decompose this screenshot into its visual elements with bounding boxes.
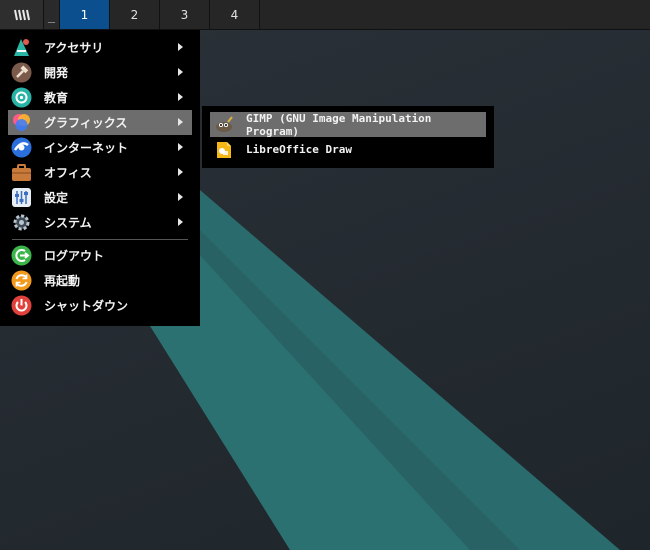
submenu-item-label: GIMP (GNU Image Manipulation Program) <box>246 111 432 138</box>
submenu-arrow-icon <box>178 143 183 151</box>
menu-item-label: システム <box>44 216 92 230</box>
logout-icon <box>11 245 32 266</box>
menu-item-label: インターネット <box>44 141 129 155</box>
menu-item-education[interactable]: 教育 <box>0 85 200 110</box>
accessories-icon <box>14 39 29 56</box>
internet-icon <box>11 137 32 158</box>
graphics-icon <box>13 114 30 131</box>
menu-separator <box>12 239 188 240</box>
submenu-item-gimp[interactable]: GIMP (GNU Image Manipulation Program) <box>210 111 486 138</box>
menu-item-label: ログアウト <box>44 249 105 263</box>
menu-item-label: アクセサリ <box>44 41 104 55</box>
reboot-icon <box>11 270 32 291</box>
graphics-submenu: GIMP (GNU Image Manipulation Program) Li… <box>202 106 494 168</box>
menu-item-label: シャットダウン <box>44 299 129 313</box>
menu-item-internet[interactable]: インターネット <box>0 135 200 160</box>
menu-item-logout[interactable]: ログアウト <box>0 243 200 268</box>
menu-item-graphics[interactable]: グラフィックス <box>8 110 192 135</box>
menu-item-label: 教育 <box>44 91 69 105</box>
menu-item-label: 開発 <box>44 66 69 80</box>
menu-item-shutdown[interactable]: シャットダウン <box>0 293 200 318</box>
workspace-1-button[interactable]: 1 <box>60 0 110 29</box>
application-menu: アクセサリ 開発 教育 グラフィックス インターネット オフィス 設定 システム… <box>0 30 200 326</box>
submenu-arrow-icon <box>178 43 183 51</box>
launcher-logo-icon <box>13 9 30 20</box>
office-icon <box>12 164 31 181</box>
submenu-arrow-icon <box>178 193 183 201</box>
top-panel: _ 1 2 3 4 <box>0 0 650 30</box>
development-icon <box>11 62 32 83</box>
libreoffice-draw-icon <box>217 141 231 158</box>
menu-item-system[interactable]: システム <box>0 210 200 235</box>
menu-item-reboot[interactable]: 再起動 <box>0 268 200 293</box>
menu-item-development[interactable]: 開発 <box>0 60 200 85</box>
menu-item-office[interactable]: オフィス <box>0 160 200 185</box>
education-icon <box>11 87 32 108</box>
gimp-icon <box>216 115 233 132</box>
submenu-item-libreoffice-draw[interactable]: LibreOffice Draw <box>210 137 486 162</box>
submenu-arrow-icon <box>178 68 183 76</box>
submenu-item-label: LibreOffice Draw <box>246 143 352 156</box>
workspace-2-button[interactable]: 2 <box>110 0 160 29</box>
submenu-arrow-icon <box>178 93 183 101</box>
minimize-button[interactable]: _ <box>44 0 60 29</box>
menu-item-label: 再起動 <box>44 274 81 288</box>
menu-item-label: グラフィックス <box>44 116 128 130</box>
system-gear-icon <box>13 214 30 231</box>
submenu-arrow-icon <box>178 118 183 126</box>
menu-item-label: オフィス <box>44 166 92 180</box>
menu-item-accessories[interactable]: アクセサリ <box>0 35 200 60</box>
submenu-arrow-icon <box>178 218 183 226</box>
menu-item-label: 設定 <box>44 191 69 205</box>
menu-launcher-button[interactable] <box>0 0 44 29</box>
workspace-4-button[interactable]: 4 <box>210 0 260 29</box>
workspace-3-button[interactable]: 3 <box>160 0 210 29</box>
settings-icon <box>12 188 31 207</box>
submenu-arrow-icon <box>178 168 183 176</box>
menu-item-settings[interactable]: 設定 <box>0 185 200 210</box>
power-icon <box>11 295 32 316</box>
